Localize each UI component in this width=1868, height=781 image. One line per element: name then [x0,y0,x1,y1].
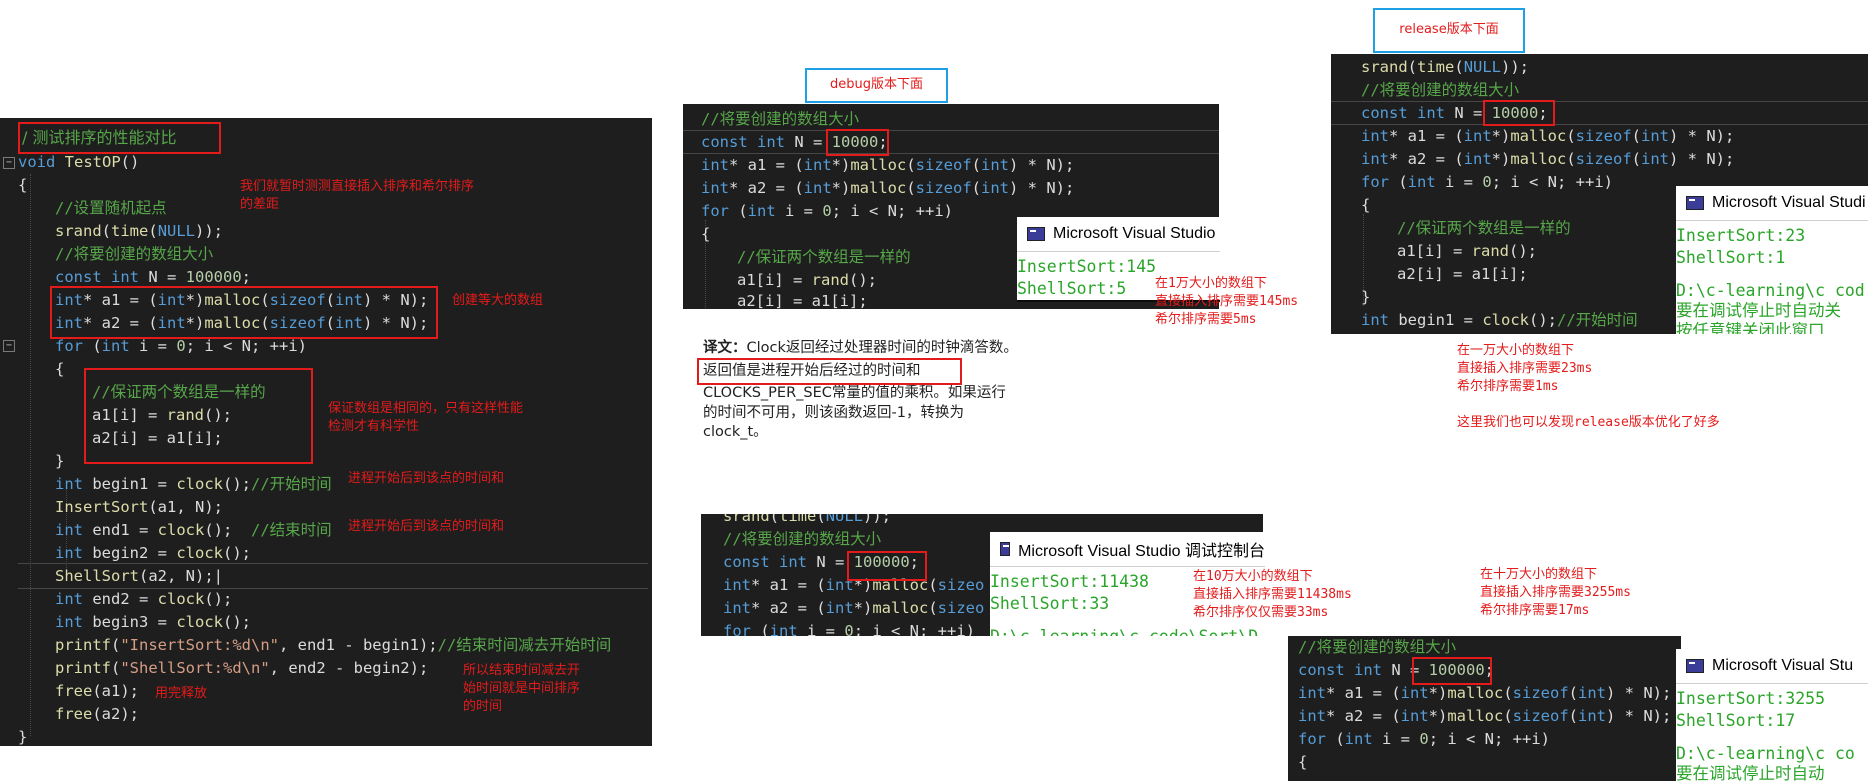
console-icon [1686,659,1704,673]
code-line: { [1361,196,1371,214]
annotation: 进程开始后到该点的时间和 [348,519,505,534]
code-line: a2[i] = a1[i]; [737,292,868,309]
code-line: srand(time(NULL)); [55,222,224,240]
code-line: void TestOP() [18,153,140,171]
annotation: 创建等大的数组 [452,293,544,308]
code-line: //将要创建的数组大小 [723,530,882,548]
code-line: //将要创建的数组大小 [701,110,860,128]
code-line: printf("InsertSort:%d\n", end1 - begin1)… [55,636,612,654]
annotation: 在一万大小的数组下 直接插入排序需要23ms 希尔排序需要1ms 这里我们也可以… [1457,343,1720,430]
code-line: int end1 = clock(); //结束时间 [55,521,332,539]
code-line: srand(time(NULL)); [723,514,892,525]
code-line: int* a1 = (int*)malloc(sizeof(int) * N); [1298,684,1672,702]
annotation: 保证数组是相同的，只有这样性能 检测才有科学性 [328,401,524,434]
annotation: 所以结束时间减去开 始时间就是中间排序 的时间 [463,663,581,714]
console-icon [1027,227,1045,241]
code-line: int* a2 = (int*)malloc(sizeof(int) * N); [1298,707,1672,725]
highlight-box [847,551,927,581]
code-line: int begin3 = clock(); [55,613,251,631]
highlight-box [1483,100,1555,126]
code-line: int* a2 = (int*)malloc(sizeo [723,599,985,617]
code-line: { [18,176,28,194]
highlight-box [1412,657,1492,685]
highlight-box [50,286,438,339]
code-line: free(a2); [55,705,139,723]
translation-text: 译文：Clock返回经过处理器时间的时钟滴答数。 返回值是进程开始后经过的时间和… [703,340,1018,440]
console-icon [1000,542,1011,556]
code-line: for (int i = 0; i < N; ++i) [701,202,954,220]
code-line: { [701,225,711,243]
code-line: //保证两个数组是一样的 [737,248,911,266]
code-line: for (int i = 0; i < N; ++i) [1298,730,1551,748]
code-line: srand(time(NULL)); [1361,58,1530,76]
code-line: ShellSort(a2, N);| [55,567,223,585]
code-line: int* a2 = (int*)malloc(sizeof(int) * N); [1361,150,1735,168]
code-line: a1[i] = rand(); [737,271,877,289]
code-line: } [18,728,28,746]
highlight-box [84,368,313,464]
highlight-box [18,122,221,154]
code-line: { [1298,753,1308,771]
code-line: //将要创建的数组大小 [1298,638,1457,656]
code-line: int begin1 = clock();//开始时间 [1361,311,1638,329]
annotation: 进程开始后到该点的时间和 [348,471,505,486]
code-line: int end2 = clock(); [55,590,233,608]
console-icon [1686,196,1704,210]
annotation: 在10万大小的数组下 直接插入排序需要11438ms 希尔排序仅仅需要33ms [1193,569,1352,620]
release-label: release版本下面 [1373,8,1525,53]
highlight-box [697,358,962,385]
annotation: 在十万大小的数组下 直接插入排序需要3255ms 希尔排序需要17ms [1480,567,1631,618]
annotation: 用完释放 [155,686,208,701]
code-line: } [55,452,65,470]
code-line: int* a2 = (int*)malloc(sizeof(int) * N); [701,179,1075,197]
code-line: a1[i] = rand(); [1397,242,1537,260]
code-line: printf("ShellSort:%d\n", end2 - begin2); [55,659,429,677]
code-line: //将要创建的数组大小 [1361,81,1520,99]
annotation: 在1万大小的数组下 直接插入排序需要145ms 希尔排序需要5ms [1155,276,1299,327]
code-line: free(a1); [55,682,139,700]
release-10k-console: Microsoft Visual Studi InsertSort:23 She… [1676,186,1868,334]
code-line: } [1361,288,1371,306]
collapse-icon[interactable]: − [3,340,15,352]
debug-label: debug版本下面 [805,68,948,103]
code-line: int* a1 = (int*)malloc(sizeof(int) * N); [701,156,1075,174]
highlight-box [826,129,889,156]
collapse-icon[interactable]: − [3,157,15,169]
code-line: int begin2 = clock(); [55,544,251,562]
annotation: 我们就暂时测测直接插入排序和希尔排序 的差距 [240,179,475,212]
code-line: //将要创建的数组大小 [55,245,214,263]
code-line: //设置随机起点 [55,199,167,217]
code-line: for (int i = 0; i < N; ++i) [1361,173,1614,191]
code-line: { [55,360,65,378]
code-line: int* a1 = (int*)malloc(sizeof(int) * N); [1361,127,1735,145]
code-line: a2[i] = a1[i]; [1397,265,1528,283]
release-100k-console: Microsoft Visual Stu InsertSort:3255 She… [1676,649,1868,781]
code-line: InsertSort(a1, N); [55,498,223,516]
code-line: //保证两个数组是一样的 [1397,219,1571,237]
code-line: for (int i = 0; i < N; ++i) [723,622,976,636]
code-line: int begin1 = clock();//开始时间 [55,475,332,493]
